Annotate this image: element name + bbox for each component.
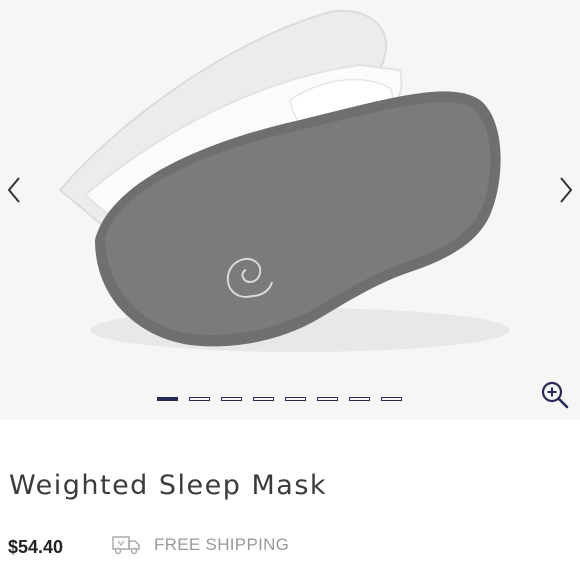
gallery-dot-2[interactable]: [189, 397, 210, 401]
gallery-dot-3[interactable]: [221, 397, 242, 401]
product-price: $54.40: [8, 537, 64, 557]
gallery-pagination: [157, 397, 402, 401]
gallery-dot-7[interactable]: [349, 397, 370, 401]
product-gallery: [0, 0, 580, 420]
zoom-in-icon: [541, 381, 569, 409]
shipping-label: FREE SHIPPING: [154, 535, 290, 554]
gallery-dot-6[interactable]: [317, 397, 338, 401]
gallery-dot-8[interactable]: [381, 397, 402, 401]
product-image: [58, 9, 510, 352]
product-title: Weighted Sleep Mask: [9, 470, 328, 501]
chevron-right-icon: [560, 177, 573, 203]
gallery-dot-4[interactable]: [253, 397, 274, 401]
delivery-truck-icon: [112, 536, 140, 555]
previous-image-button[interactable]: [0, 172, 28, 208]
gallery-dot-1[interactable]: [157, 397, 178, 401]
gallery-dot-5[interactable]: [285, 397, 306, 401]
next-image-button[interactable]: [552, 172, 580, 208]
shipping-info: FREE SHIPPING: [112, 535, 289, 555]
chevron-left-icon: [7, 177, 20, 203]
zoom-button[interactable]: [540, 380, 570, 410]
